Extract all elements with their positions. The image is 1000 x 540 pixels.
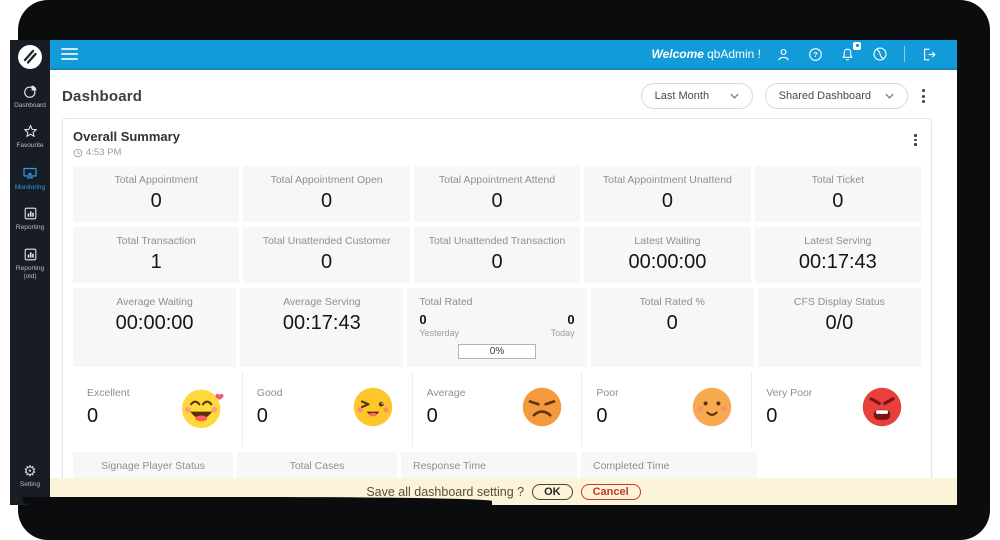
dashboard-icon: [22, 83, 39, 100]
stat-total-ticket: Total Ticket 0: [754, 166, 922, 222]
user-icon[interactable]: [775, 46, 792, 63]
screen: Dashboard Favourite Monitoring Reporting…: [10, 40, 957, 505]
sidebar-item-dashboard[interactable]: Dashboard: [10, 83, 50, 110]
rating-good: Good 0: [241, 372, 412, 447]
sidebar-item-favourite[interactable]: Favourite: [10, 123, 50, 150]
stat-total-rated: Total Rated 0 Yesterday 0 Today 0%: [407, 288, 587, 367]
sidebar-item-label: Setting: [19, 480, 41, 488]
topbar-divider: [904, 46, 905, 62]
cancel-button[interactable]: Cancel: [580, 483, 641, 500]
stat-total-appointment-unattend: Total Appointment Unattend 0: [584, 166, 751, 222]
sidebar-item-label: Reporting: [15, 224, 45, 232]
total-rated-progress-bar: 0%: [458, 344, 536, 359]
sidebar-item-label: Reporting (old): [15, 264, 45, 281]
stat-total-appointment: Total Appointment 0: [73, 166, 240, 222]
card-header: Overall Summary 4:53 PM: [73, 129, 921, 158]
settings-gear-icon: ⚙: [23, 461, 37, 480]
svg-text:?: ?: [813, 50, 818, 59]
stat-cfs-display-status: CFS Display Status 0/0: [757, 288, 922, 367]
sidebar-item-label: Dashboard: [14, 102, 46, 109]
average-emoji-icon: [523, 387, 562, 427]
bell-icon[interactable]: [839, 41, 861, 63]
stat-total-rated-pct: Total Rated % 0: [590, 288, 754, 367]
total-rated-today: 0 Today: [550, 312, 575, 338]
globe-icon[interactable]: [871, 45, 889, 63]
dashboard-filter-dropdown[interactable]: Shared Dashboard: [764, 83, 908, 109]
notification-badge: [853, 41, 861, 50]
rating-average: Average 0: [411, 372, 582, 447]
good-emoji-icon: [353, 387, 392, 427]
period-filter-value: Last Month: [654, 90, 710, 102]
reporting-icon: [22, 205, 39, 222]
very-poor-emoji-icon: [862, 387, 902, 427]
period-filter-dropdown[interactable]: Last Month: [640, 83, 753, 109]
stat-total-appointment-open: Total Appointment Open 0: [243, 166, 410, 222]
chevron-down-icon: [885, 93, 894, 99]
sidebar-item-label: Favourite: [16, 142, 44, 150]
clock-history-icon: [73, 148, 83, 157]
sidebar-item-setting[interactable]: ⚙ Setting: [10, 461, 50, 489]
stat-latest-serving: Latest Serving 00:17:43: [754, 227, 922, 283]
poor-emoji-icon: [692, 387, 732, 427]
stats-row-2: Total Transaction 1 Total Unattended Cust…: [73, 227, 922, 283]
stat-total-transaction: Total Transaction 1: [73, 227, 240, 283]
sidebar-item-label: Monitoring: [14, 183, 46, 191]
reporting-old-icon: [22, 246, 39, 263]
main-area: Welcome qbAdmin ! ? Dashboard Last Month…: [50, 40, 957, 505]
dashboard-filter-value: Shared Dashboard: [778, 90, 871, 102]
ratings-row: Excellent 0 Good 0 Average 0 Poor 0 Very…: [73, 372, 921, 447]
chevron-down-icon: [730, 93, 739, 99]
sidebar: Dashboard Favourite Monitoring Reporting…: [10, 40, 50, 505]
rating-poor: Poor 0: [581, 372, 751, 447]
page-title: Dashboard: [62, 87, 143, 105]
sidebar-item-reporting-old[interactable]: Reporting (old): [10, 246, 50, 282]
stat-total-unattended-transaction: Total Unattended Transaction 0: [413, 227, 581, 283]
tablet-bezel-bottom: [22, 497, 492, 505]
stat-total-unattended-customer: Total Unattended Customer 0: [243, 227, 410, 283]
overall-summary-card: Overall Summary 4:53 PM Total Appointmen…: [62, 118, 932, 505]
logout-icon[interactable]: [920, 46, 937, 63]
sidebar-item-monitoring[interactable]: Monitoring: [10, 164, 50, 192]
banner-message: Save all dashboard setting ?: [366, 484, 525, 499]
stats-row-3: Average Waiting 00:00:00 Average Serving 0…: [73, 288, 922, 367]
welcome-text: Welcome qbAdmin !: [651, 47, 762, 61]
stats-row-1: Total Appointment 0 Total Appointment Ope…: [73, 166, 922, 222]
page-header: Dashboard Last Month Shared Dashboard: [50, 70, 957, 118]
sidebar-item-reporting[interactable]: Reporting: [10, 205, 50, 232]
card-title: Overall Summary: [73, 129, 180, 144]
card-kebab-menu-icon[interactable]: [912, 130, 919, 150]
stat-total-appointment-attend: Total Appointment Attend 0: [413, 166, 581, 222]
total-rated-yesterday: 0 Yesterday: [419, 312, 460, 338]
topbar: Welcome qbAdmin ! ?: [50, 40, 957, 70]
help-icon[interactable]: ?: [807, 46, 824, 63]
stat-average-waiting: Average Waiting 00:00:00: [73, 288, 237, 367]
stat-average-serving: Average Serving 00:17:43: [240, 288, 404, 367]
card-timestamp: 4:53 PM: [73, 147, 921, 158]
sidebar-nav: Dashboard Favourite Monitoring Reporting…: [10, 70, 50, 282]
stat-latest-waiting: Latest Waiting 00:00:00: [584, 227, 751, 283]
monitoring-icon: [21, 164, 39, 182]
excellent-emoji-icon: [181, 389, 224, 429]
app-logo-icon: [17, 44, 43, 70]
favourite-star-icon: [22, 123, 39, 140]
rating-very-poor: Very Poor 0: [751, 372, 921, 447]
rating-excellent: Excellent 0: [73, 372, 242, 447]
menu-icon[interactable]: [61, 45, 78, 63]
ok-button[interactable]: OK: [532, 483, 573, 500]
kebab-menu-icon[interactable]: [920, 85, 927, 107]
